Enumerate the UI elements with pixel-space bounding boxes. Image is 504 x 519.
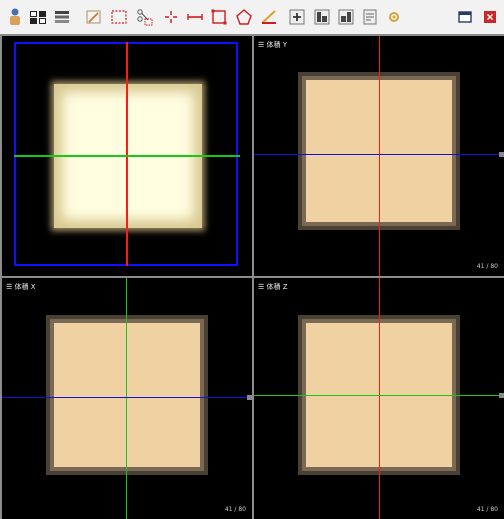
restore-window-icon[interactable] (454, 6, 476, 28)
zoom-in-icon[interactable] (286, 6, 308, 28)
slice-indicator: 41 / 80 (476, 263, 498, 270)
crosshair-horizontal (254, 154, 504, 155)
toolbar (0, 0, 504, 35)
polygon-tool-icon[interactable] (233, 6, 255, 28)
crosshair-horizontal (2, 397, 252, 398)
stack-icon[interactable] (51, 6, 73, 28)
pane-label: ☰ 体積 Y (258, 41, 288, 49)
viewport-volume-z[interactable]: ☰ 体積 Z 41 / 80 (254, 278, 504, 519)
pencil-region-icon[interactable] (83, 6, 105, 28)
viewport-volume-y[interactable]: ☰ 体積 Y 41 / 80 (254, 36, 504, 276)
crosshair-vertical (379, 36, 380, 276)
cut-icon[interactable] (133, 6, 155, 28)
crosshair-horizontal (254, 395, 504, 396)
line-measure-icon[interactable] (184, 6, 206, 28)
note-icon[interactable] (359, 6, 381, 28)
settings-icon[interactable] (383, 6, 405, 28)
crosshair-vertical (379, 278, 380, 519)
viewport-grid: ☰ 体積 Y 41 / 80 ☰ 体積 X 41 / 80 ☰ 体積 Z 41 … (0, 34, 504, 519)
rect-select-icon[interactable] (108, 6, 130, 28)
rect-tool-icon[interactable] (208, 6, 230, 28)
viewport-3d[interactable] (2, 36, 252, 276)
pane-label: ☰ 体積 Z (258, 283, 288, 291)
crosshair-vertical (126, 278, 127, 519)
crosshair-handle[interactable] (499, 393, 504, 398)
align-right-icon[interactable] (335, 6, 357, 28)
viewport-volume-x[interactable]: ☰ 体積 X 41 / 80 (2, 278, 252, 519)
user-tool-icon[interactable] (4, 6, 26, 28)
layout-2x2-icon[interactable] (27, 6, 49, 28)
pane-label: ☰ 体積 X (6, 283, 36, 291)
crosshair-handle[interactable] (499, 152, 504, 157)
slice-indicator: 41 / 80 (476, 506, 498, 513)
crosshair-handle[interactable] (247, 395, 252, 400)
point-icon[interactable] (160, 6, 182, 28)
crosshair-vertical (126, 42, 128, 266)
crosshair-horizontal (14, 155, 240, 157)
slice-indicator: 41 / 80 (224, 506, 246, 513)
align-left-icon[interactable] (311, 6, 333, 28)
angle-tool-icon[interactable] (258, 6, 280, 28)
close-icon[interactable] (479, 6, 501, 28)
